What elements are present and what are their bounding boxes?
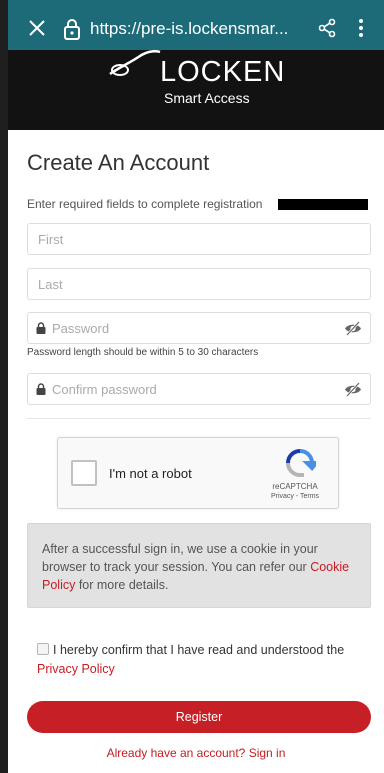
privacy-confirm: I hereby confirm that I have read and un… bbox=[37, 641, 367, 679]
password-input[interactable] bbox=[28, 313, 370, 343]
privacy-confirm-checkbox[interactable] bbox=[37, 643, 49, 655]
close-icon[interactable] bbox=[26, 17, 48, 39]
logo-text: LOCKEN bbox=[160, 56, 286, 88]
privacy-policy-link[interactable]: Privacy Policy bbox=[37, 662, 115, 676]
eye-slash-icon[interactable] bbox=[344, 321, 362, 336]
eye-slash-icon[interactable] bbox=[344, 382, 362, 397]
last-name-input[interactable] bbox=[28, 269, 370, 299]
lock-icon bbox=[36, 383, 46, 395]
logo-subtitle: Smart Access bbox=[164, 90, 250, 106]
redacted-text bbox=[278, 199, 368, 210]
confirm-password-field[interactable] bbox=[27, 373, 371, 405]
register-button[interactable]: Register bbox=[27, 701, 371, 733]
recaptcha-label: I'm not a robot bbox=[109, 466, 192, 481]
recaptcha-terms-link[interactable]: Privacy - Terms bbox=[254, 493, 336, 500]
privacy-confirm-text: I hereby confirm that I have read and un… bbox=[53, 643, 345, 657]
site-header: LOCKEN Smart Access bbox=[8, 50, 384, 130]
password-hint: Password length should be within 5 to 30… bbox=[27, 347, 259, 358]
password-field[interactable] bbox=[27, 312, 371, 344]
last-name-field[interactable] bbox=[27, 268, 371, 300]
first-name-field[interactable] bbox=[27, 223, 371, 255]
share-icon[interactable] bbox=[317, 18, 337, 38]
page-title: Create An Account bbox=[27, 150, 210, 175]
lock-icon bbox=[36, 322, 46, 334]
locken-key-logo-icon bbox=[109, 50, 161, 76]
more-options-icon[interactable] bbox=[358, 17, 364, 39]
recaptcha-widget: I'm not a robot reCAPTCHA Privacy - Term… bbox=[57, 437, 339, 509]
recaptcha-logo-icon bbox=[286, 449, 316, 477]
lock-icon[interactable] bbox=[62, 18, 82, 40]
sign-in-link[interactable]: Already have an account? Sign in bbox=[0, 746, 384, 760]
recaptcha-brand: reCAPTCHA bbox=[272, 482, 318, 491]
divider bbox=[27, 418, 371, 419]
screen-edge bbox=[0, 0, 8, 773]
cookie-text-end: for more details. bbox=[75, 578, 169, 592]
cookie-text: After a successful sign in, we use a coo… bbox=[42, 542, 318, 574]
cookie-notice: After a successful sign in, we use a coo… bbox=[27, 523, 371, 608]
url-bar[interactable]: https://pre-is.lockensmar... bbox=[90, 19, 288, 39]
confirm-password-input[interactable] bbox=[28, 374, 370, 404]
first-name-input[interactable] bbox=[28, 224, 370, 254]
intro-text: Enter required fields to complete regist… bbox=[27, 197, 263, 211]
recaptcha-checkbox[interactable] bbox=[71, 460, 97, 486]
